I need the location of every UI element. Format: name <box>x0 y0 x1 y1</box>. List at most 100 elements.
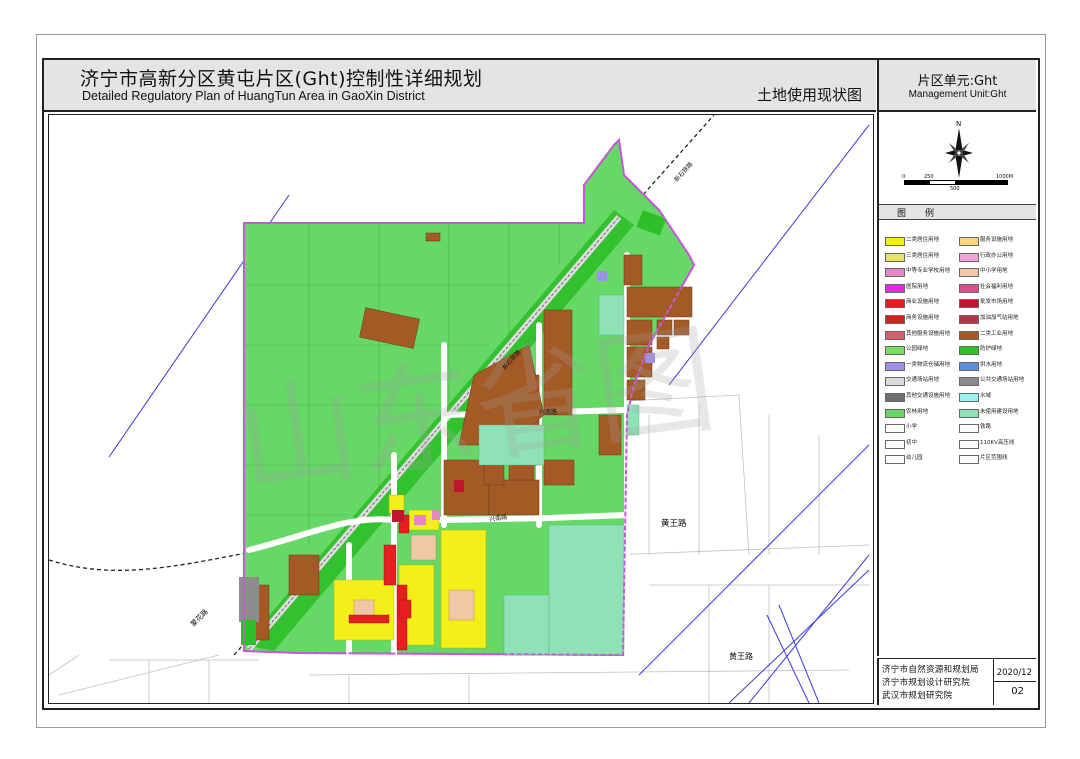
legend-swatch <box>959 361 979 371</box>
legend-header-a: 图 <box>897 209 907 219</box>
org-line-1: 济宁市自然资源和规划局 <box>882 665 979 675</box>
legend-swatch <box>885 408 905 418</box>
legend-swatch <box>885 237 905 246</box>
legend-swatch <box>885 330 905 340</box>
legend-label: 片区范围线 <box>980 455 1008 462</box>
legend-item: 供水用地 <box>959 361 1035 371</box>
scale-label-1000: 1000M <box>996 174 1014 180</box>
legend-label: 水域 <box>980 393 992 399</box>
legend-item: 水域 <box>959 392 1035 402</box>
legend-item: 其他交通设施用地 <box>885 392 961 402</box>
legend-item: 商务设施用地 <box>885 314 961 324</box>
legend-label: 二类工业用地 <box>980 330 1014 337</box>
road-label-huangwang-1: 黄王路 <box>661 519 687 529</box>
legend-item: 加油加气站用地 <box>959 314 1035 324</box>
unit-cn: 片区单元:Ght <box>917 74 998 89</box>
legend-swatch <box>959 252 979 262</box>
legend-item: 110KV高压线 <box>959 439 1035 449</box>
legend-swatch <box>885 252 905 262</box>
legend-swatch <box>885 377 905 387</box>
legend-item: 初中 <box>885 439 961 449</box>
legend-swatch <box>959 346 979 356</box>
legend-swatch <box>959 424 979 434</box>
legend-swatch <box>959 439 979 449</box>
legend-item: 一类物流仓储用地 <box>885 361 961 371</box>
map-title-cn: 济宁市高新分区黄屯片区(Ght)控制性详细规划 <box>80 68 483 90</box>
legend-item: 片区范围线 <box>959 454 1035 465</box>
legend-item: 三类居住用地 <box>885 252 961 262</box>
legend-label: 二类居住用地 <box>906 237 940 243</box>
legend-swatch <box>959 330 979 340</box>
legend-label: 交通场站用地 <box>906 377 940 384</box>
legend-item: 中小学用地 <box>959 267 1035 278</box>
legend-swatch <box>885 315 905 324</box>
legend-item: 公共交通场站用地 <box>959 376 1035 387</box>
legend-item: 幼儿园 <box>885 454 961 465</box>
map-canvas: 山东省图 <box>49 115 870 703</box>
legend-swatch <box>885 346 905 356</box>
legend-swatch <box>959 455 979 465</box>
legend-swatch <box>885 424 905 434</box>
legend-header: 图 例 <box>879 204 1036 220</box>
legend-label: 三类居住用地 <box>906 252 940 259</box>
scale-label-250: 250 <box>924 174 934 180</box>
legend-swatch <box>959 393 979 402</box>
legend-label: 服务设施用地 <box>980 237 1014 243</box>
legend-swatch <box>885 299 905 309</box>
title-bar: 济宁市高新分区黄屯片区(Ght)控制性详细规划 Detailed Regulat… <box>44 60 876 112</box>
north-letter: N <box>956 120 961 128</box>
legend-swatch <box>959 315 979 324</box>
legend-label: 一类物流仓储用地 <box>906 361 951 368</box>
legend-label: 中小学用地 <box>980 268 1008 275</box>
legend-item: 二类工业用地 <box>959 330 1035 340</box>
legend-swatch <box>959 283 979 293</box>
legend-swatch <box>885 393 905 402</box>
legend-label: 其他交通设施用地 <box>906 393 951 399</box>
legend-swatch <box>885 268 905 278</box>
scale-bar: 0 250 500 1000M <box>902 174 1013 192</box>
legend-item: 未使用建设用地 <box>959 408 1035 418</box>
legend-item: 防护绿地 <box>959 345 1035 356</box>
legend-label: 110KV高压线 <box>980 439 1015 446</box>
legend-label: 公共交通场站用地 <box>980 377 1025 384</box>
legend-label: 小学 <box>906 424 918 431</box>
legend-header-b: 例 <box>925 209 935 219</box>
legend-label: 行政办公用地 <box>980 252 1014 259</box>
legend-swatch <box>959 377 979 387</box>
road-label-huangwang-2: 黄王路 <box>729 652 753 661</box>
road-label-xingnan-1: 兴南路 <box>539 409 558 416</box>
legend-item: 行政办公用地 <box>959 252 1035 262</box>
legend-label: 初中 <box>906 439 918 446</box>
legend-swatch <box>885 455 905 465</box>
legend-item: 社会福利用地 <box>959 283 1035 293</box>
page-number: 02 <box>1011 686 1024 697</box>
legend-swatch <box>959 268 979 278</box>
legend-swatch <box>959 237 979 246</box>
north-arrow-icon: N <box>945 120 973 178</box>
unit-en: Management Unit:Ght <box>908 89 1007 100</box>
legend-label: 社会福利用地 <box>980 283 1014 290</box>
legend-label: 加油加气站用地 <box>980 315 1019 321</box>
legend-item: 二类居住用地 <box>885 236 961 246</box>
legend-item: 交通场站用地 <box>885 376 961 387</box>
legend-label: 公园绿地 <box>906 346 929 353</box>
legend-label: 批发市场用地 <box>980 299 1014 306</box>
transport-parcels <box>239 577 259 622</box>
legend-swatch <box>959 408 979 418</box>
legend-label: 供水用地 <box>980 361 1003 368</box>
land-use-map[interactable]: 山东省图 黄王路 黄王路 蒙花路 新石铁路 新石铁路 兴南路 兴南路 <box>48 114 874 704</box>
map-title-en: Detailed Regulatory Plan of HuangTun Are… <box>82 89 425 103</box>
legend-swatch <box>885 361 905 371</box>
legend-label: 农林用地 <box>906 408 929 415</box>
legend-swatch <box>885 439 905 449</box>
management-unit: 片区单元:Ght Management Unit:Ght <box>877 60 1036 112</box>
legend-label: 未使用建设用地 <box>980 408 1019 415</box>
legend-label: 医院用地 <box>906 283 929 290</box>
legend-item: 中等专业学校用地 <box>885 267 961 278</box>
legend-swatch <box>885 283 905 293</box>
legend-label: 防护绿地 <box>980 346 1003 353</box>
legend-item: 铁路 <box>959 423 1035 434</box>
org-line-3: 武汉市规划研究院 <box>882 691 953 701</box>
footer-info: 济宁市自然资源和规划局 济宁市规划设计研究院 武汉市规划研究院 2020/12 … <box>877 658 1036 705</box>
scale-label-0: 0 <box>902 174 906 180</box>
